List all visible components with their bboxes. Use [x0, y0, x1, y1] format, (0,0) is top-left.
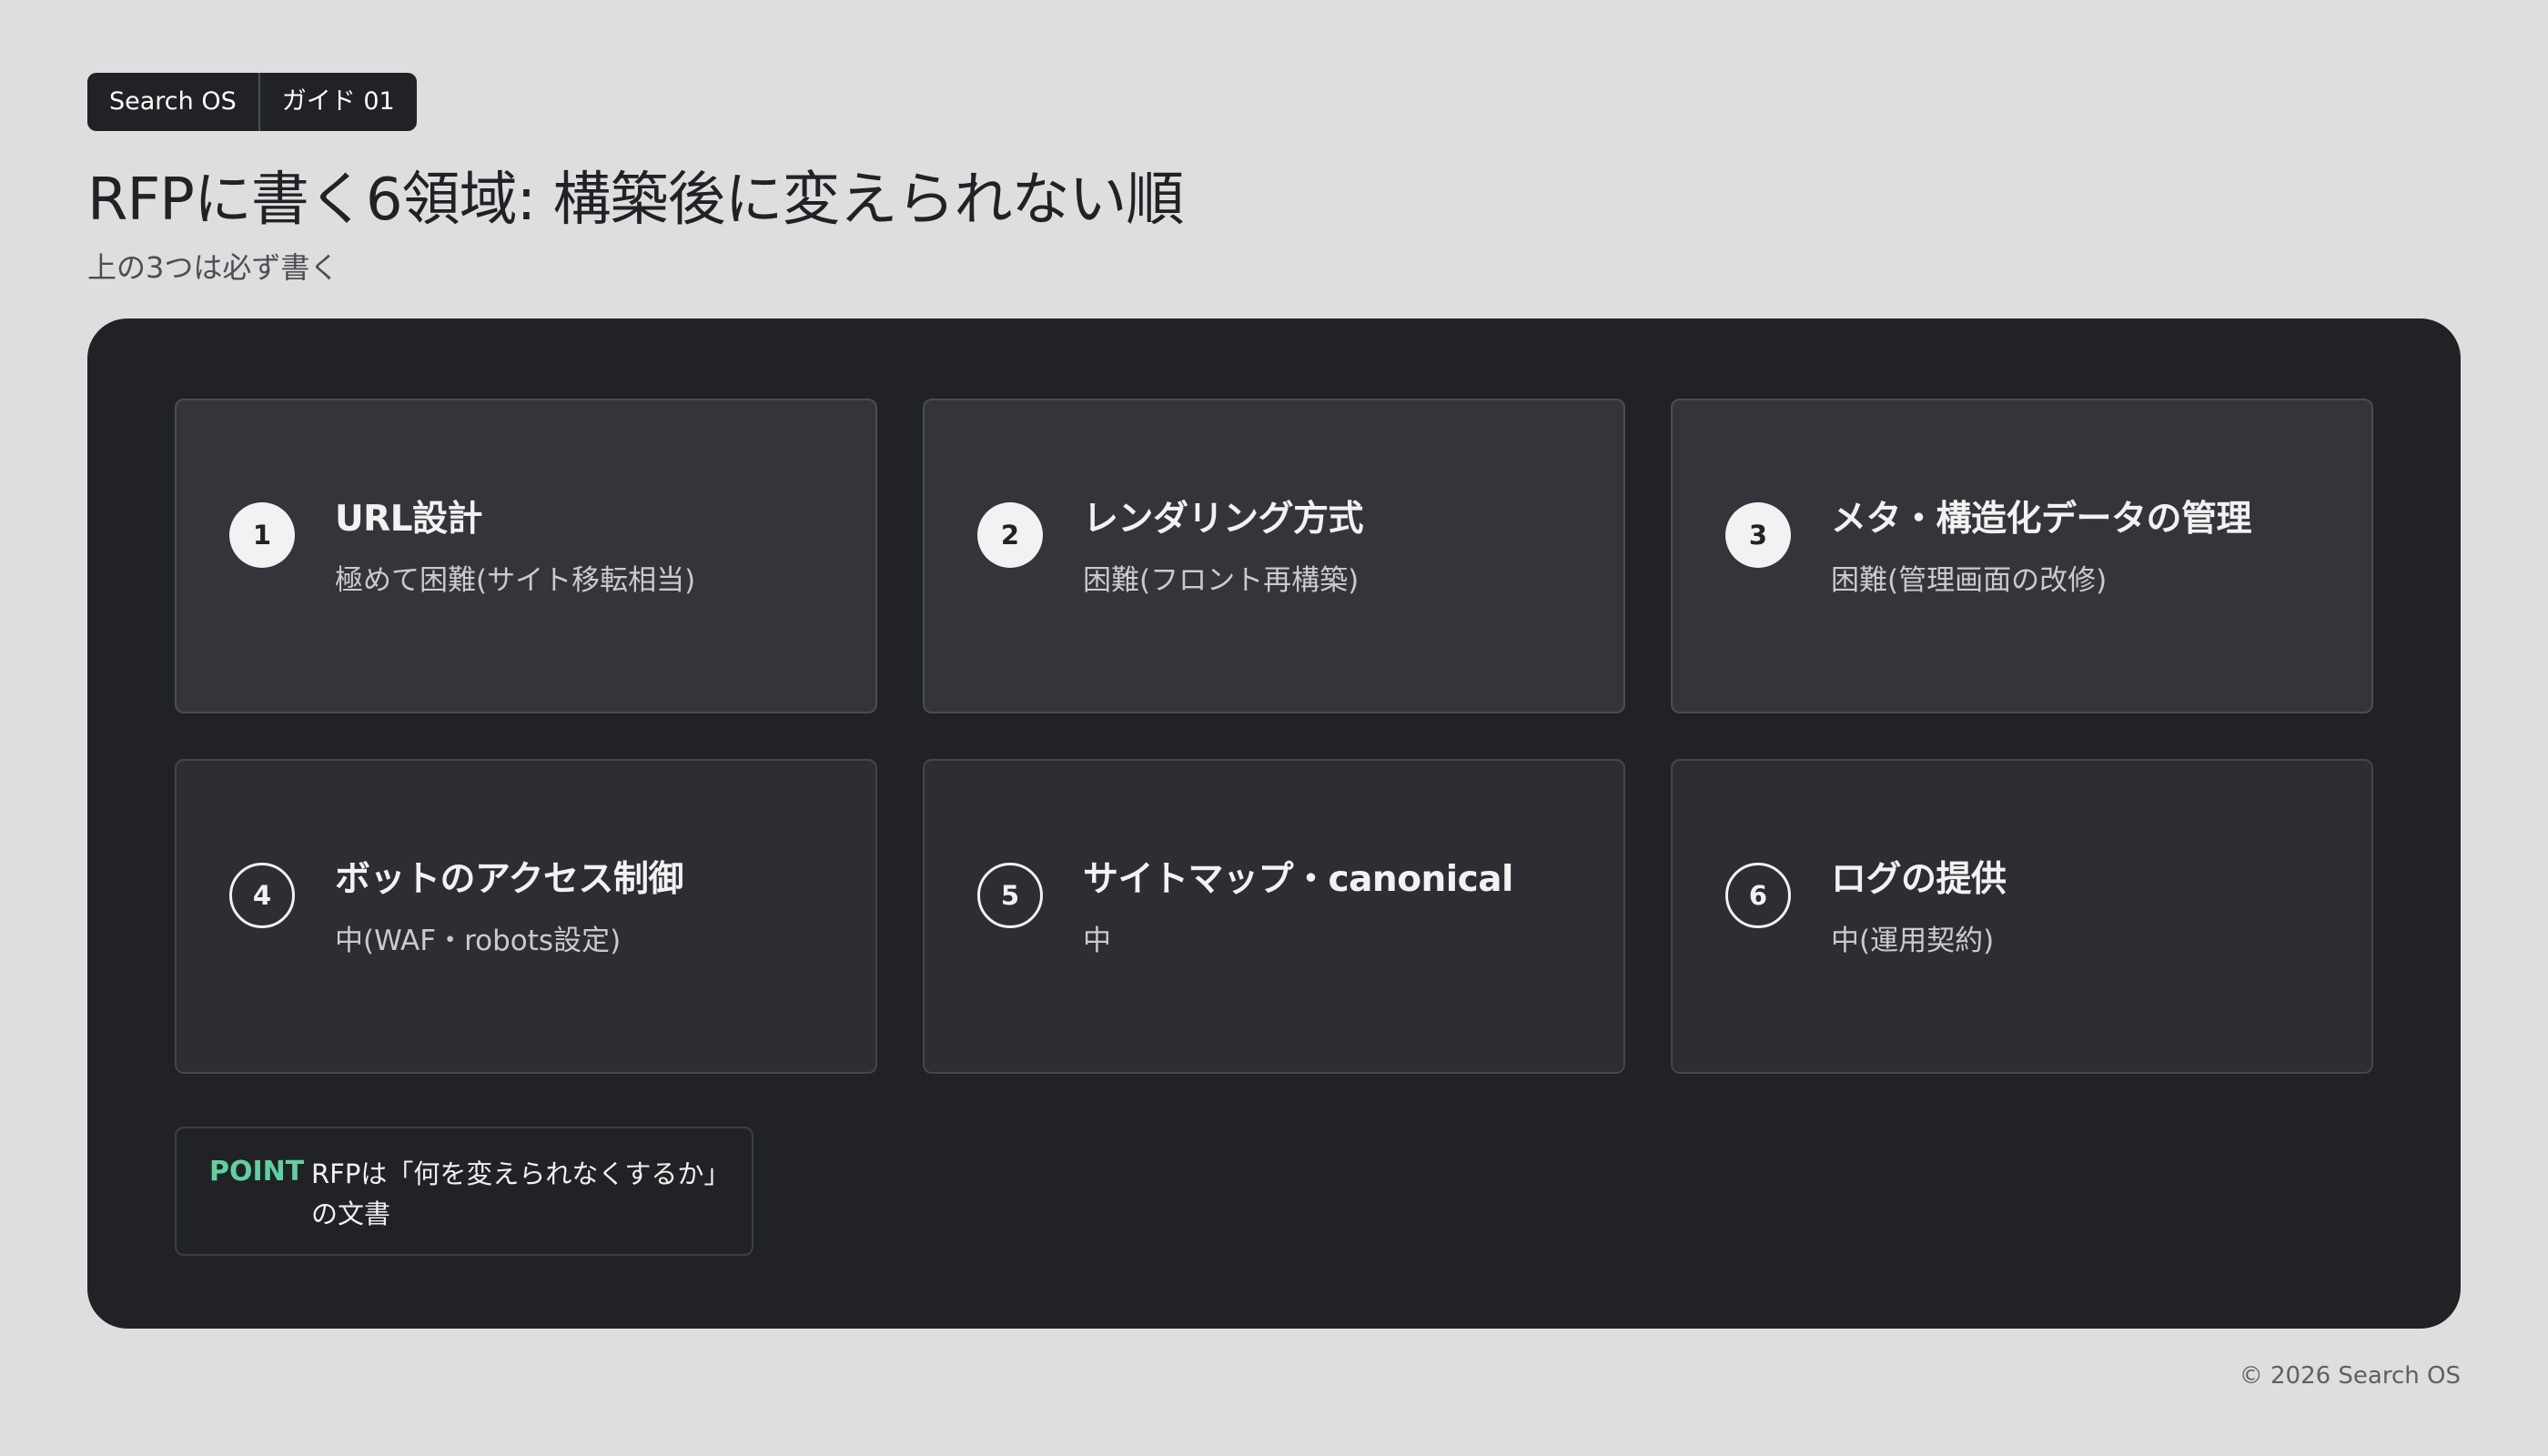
card-title: ボットのアクセス制御	[335, 859, 684, 900]
card-meta-structured-data: 3 メタ・構造化データの管理 困難(管理画面の改修)	[1671, 399, 2373, 713]
card-bot-access-control: 4 ボットのアクセス制御 中(WAF・robots設定)	[175, 759, 877, 1074]
page-title: RFPに書く6領域: 構築後に変えられない順	[87, 167, 1184, 234]
card-number-badge: 1	[229, 502, 295, 568]
card-title: ログの提供	[1831, 859, 2007, 900]
point-callout: POINT RFPは「何を変えられなくするか」の文書	[175, 1127, 753, 1256]
card-title: レンダリング方式	[1083, 499, 1364, 540]
brand-label: Search OS	[109, 87, 237, 116]
card-number-badge: 6	[1725, 863, 1791, 928]
card-sitemap-canonical: 5 サイトマップ・canonical 中	[923, 759, 1625, 1074]
content-panel: 1 URL設計 極めて困難(サイト移転相当) 2 レンダリング方式 困難(フロン…	[87, 318, 2461, 1329]
card-url-design: 1 URL設計 極めて困難(サイト移転相当)	[175, 399, 877, 713]
card-number-badge: 2	[977, 502, 1043, 568]
card-log-provision: 6 ログの提供 中(運用契約)	[1671, 759, 2373, 1074]
card-number-badge: 4	[229, 863, 295, 928]
card-description: 中(WAF・robots設定)	[335, 925, 622, 957]
card-title: メタ・構造化データの管理	[1831, 499, 2252, 540]
card-number-badge: 3	[1725, 502, 1791, 568]
page-subtitle: 上の3つは必ず書く	[87, 250, 339, 285]
point-text: RFPは「何を変えられなくするか」の文書	[311, 1158, 731, 1229]
footer-copyright: © 2026 Search OS	[2239, 1362, 2461, 1390]
card-title: サイトマップ・canonical	[1083, 859, 1513, 900]
card-description: 極めて困難(サイト移転相当)	[335, 564, 696, 597]
guide-label: ガイド 01	[258, 73, 417, 131]
card-description: 中(運用契約)	[1831, 925, 1995, 957]
card-rendering-method: 2 レンダリング方式 困難(フロント再構築)	[923, 399, 1625, 713]
card-description: 困難(フロント再構築)	[1083, 564, 1360, 597]
card-description: 困難(管理画面の改修)	[1831, 564, 2108, 597]
header-badge: Search OS ガイド 01	[87, 73, 417, 131]
point-label: POINT	[209, 1156, 305, 1188]
card-description: 中	[1083, 925, 1111, 957]
card-title: URL設計	[335, 499, 483, 540]
card-number-badge: 5	[977, 863, 1043, 928]
